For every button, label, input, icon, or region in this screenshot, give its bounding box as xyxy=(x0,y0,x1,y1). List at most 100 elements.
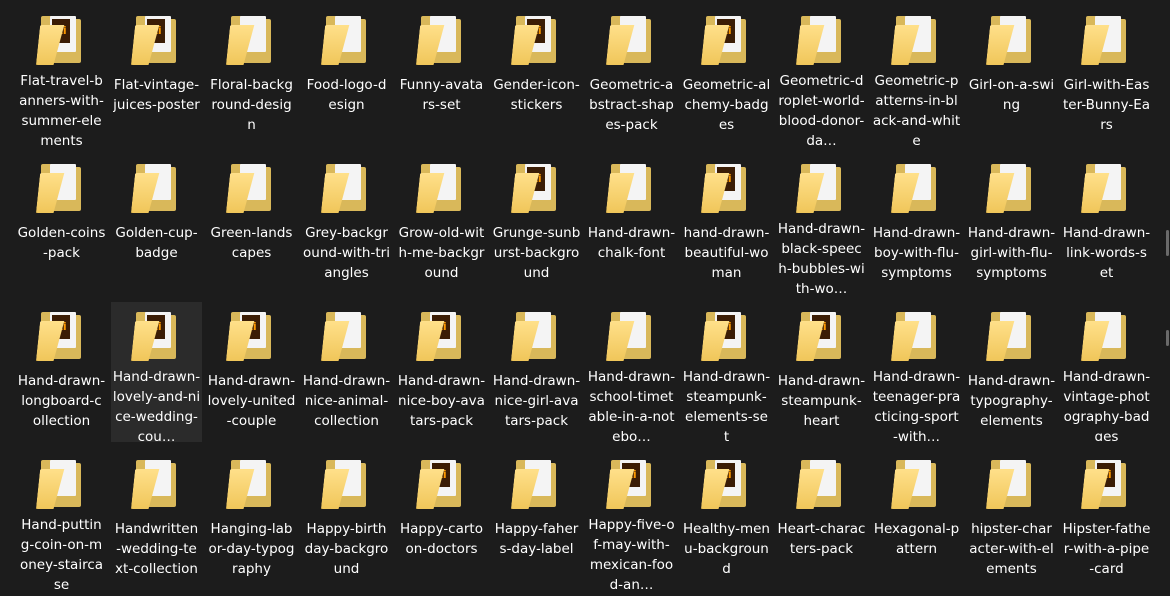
folder-item[interactable]: Hand-drawn-nice-girl-avatars-pack xyxy=(491,302,582,442)
folder-grid: Ai Flat-travel-banners-with-summer-elemen… xyxy=(16,6,1152,590)
folder-label: Geometric-abstract-shapes-pack xyxy=(589,77,674,133)
folder-item[interactable]: Ai Flat-travel-banners-with-summer-elemen… xyxy=(16,6,107,146)
folder-item[interactable]: Ai Healthy-menu-background xyxy=(681,450,772,590)
folder-icon xyxy=(418,161,466,215)
folder-icon xyxy=(228,457,276,511)
folder-item[interactable]: Hand-drawn-vintage-photography-badges xyxy=(1061,302,1152,442)
folder-ai-icon: Ai xyxy=(703,161,751,215)
folder-ai-icon: Ai xyxy=(228,309,276,363)
folder-item[interactable]: Geometric-patterns-in-black-and-white xyxy=(871,6,962,146)
folder-label: Hand-putting-coin-on-money-staircase xyxy=(19,516,104,589)
folder-item[interactable]: Girl-on-a-swing xyxy=(966,6,1057,146)
folder-ai-icon: Ai xyxy=(1083,457,1131,511)
folder-item[interactable]: Ai Hand-drawn-lovely-and-nice-wedding-cou… xyxy=(111,302,202,442)
folder-ai-icon: Ai xyxy=(513,13,561,67)
folder-label: Floral-background-design xyxy=(210,77,293,133)
folder-label: Hand-drawn-nice-boy-avatars-pack xyxy=(397,373,486,429)
folder-icon xyxy=(38,161,86,215)
folder-item[interactable]: Hand-drawn-black-speech-bubbles-with-wo… xyxy=(776,154,867,294)
folder-icon xyxy=(798,161,846,211)
folder-label: Grunge-sunburst-background xyxy=(492,225,581,281)
folder-label: Hand-drawn-girl-with-flu-symptoms xyxy=(967,225,1056,281)
folder-item[interactable]: Hexagonal-pattern xyxy=(871,450,962,590)
folder-icon xyxy=(893,309,941,359)
folder-item[interactable]: Hanging-labor-day-typography xyxy=(206,450,297,590)
folder-label: Hand-drawn-lovely-united-couple xyxy=(207,373,296,429)
folder-icon xyxy=(608,13,656,67)
folder-ai-icon: Ai xyxy=(513,161,561,215)
folder-label: Hand-drawn-black-speech-bubbles-with-wo… xyxy=(777,220,866,293)
folder-icon xyxy=(988,13,1036,67)
folder-item[interactable]: Ai Geometric-alchemy-badges xyxy=(681,6,772,146)
folder-label: Golden-cup-badge xyxy=(115,225,198,261)
folder-item[interactable]: Geometric-abstract-shapes-pack xyxy=(586,6,677,146)
folder-icon xyxy=(133,457,181,511)
folder-label: Grey-background-with-triangles xyxy=(303,225,390,281)
folder-item[interactable]: Ai Happy-cartoon-doctors xyxy=(396,450,487,590)
folder-label: Flat-travel-banners-with-summer-elements xyxy=(19,72,104,145)
folder-label: Hexagonal-pattern xyxy=(873,521,960,557)
folder-label: Hanging-labor-day-typography xyxy=(208,521,295,577)
folder-label: Hand-drawn-teenager-practicing-sport-wit… xyxy=(872,368,961,441)
folder-item[interactable]: Floral-background-design xyxy=(206,6,297,146)
folder-item[interactable]: Ai Hand-drawn-steampunk-elements-set xyxy=(681,302,772,442)
folder-icon xyxy=(323,457,371,511)
folder-label: Happy-birthday-background xyxy=(304,521,389,577)
folder-ai-icon: Ai xyxy=(418,457,466,511)
folder-item[interactable]: Hand-drawn-link-words-set xyxy=(1061,154,1152,294)
folder-item[interactable]: Golden-coins-pack xyxy=(16,154,107,294)
folder-item[interactable]: Hand-drawn-teenager-practicing-sport-wit… xyxy=(871,302,962,442)
folder-label: Food-logo-design xyxy=(306,77,387,113)
folder-label: Hipster-father-with-a-pipe-card xyxy=(1062,521,1151,577)
folder-item[interactable]: Ai Flat-vintage-juices-poster xyxy=(111,6,202,146)
folder-item[interactable]: Hand-putting-coin-on-money-staircase xyxy=(16,450,107,590)
folder-item[interactable]: Girl-with-Easter-Bunny-Ears xyxy=(1061,6,1152,146)
folder-ai-icon: Ai xyxy=(133,309,181,359)
folder-item[interactable]: Ai Hand-drawn-lovely-united-couple xyxy=(206,302,297,442)
folder-item[interactable]: Grow-old-with-me-background xyxy=(396,154,487,294)
folder-label: Geometric-alchemy-badges xyxy=(682,77,771,133)
folder-item[interactable]: Ai Grunge-sunburst-background xyxy=(491,154,582,294)
scrollbar-thumb[interactable] xyxy=(1166,230,1169,256)
folder-item[interactable]: Ai Hipster-father-with-a-pipe-card xyxy=(1061,450,1152,590)
folder-item[interactable]: Green-landscapes xyxy=(206,154,297,294)
folder-item[interactable]: Ai hand-drawn-beautiful-woman xyxy=(681,154,772,294)
folder-item[interactable]: Ai Gender-icon-stickers xyxy=(491,6,582,146)
folder-item[interactable]: Food-logo-design xyxy=(301,6,392,146)
folder-item[interactable]: Ai Hand-drawn-nice-boy-avatars-pack xyxy=(396,302,487,442)
folder-item[interactable]: Golden-cup-badge xyxy=(111,154,202,294)
folder-label: Girl-with-Easter-Bunny-Ears xyxy=(1062,77,1151,133)
folder-item[interactable]: Handwritten-wedding-text-collection xyxy=(111,450,202,590)
folder-item[interactable]: Hand-drawn-nice-animal-collection xyxy=(301,302,392,442)
folder-item[interactable]: Happy-fahers-day-label xyxy=(491,450,582,590)
folder-item[interactable]: hipster-character-with-elements xyxy=(966,450,1057,590)
folder-item[interactable]: Hand-drawn-chalk-font xyxy=(586,154,677,294)
folder-label: Geometric-droplet-world-blood-donor-da… xyxy=(778,72,865,145)
folder-item[interactable]: Hand-drawn-girl-with-flu-symptoms xyxy=(966,154,1057,294)
folder-item[interactable]: Hand-drawn-school-timetable-in-a-notebo… xyxy=(586,302,677,442)
folder-item[interactable]: Happy-birthday-background xyxy=(301,450,392,590)
folder-item[interactable]: Ai Happy-five-of-may-with-mexican-food-an… xyxy=(586,450,677,590)
vertical-scrollbar[interactable] xyxy=(1164,0,1170,596)
folder-label: Hand-drawn-steampunk-elements-set xyxy=(682,368,771,441)
folder-icon xyxy=(1083,161,1131,215)
folder-item[interactable]: Hand-drawn-boy-with-flu-symptoms xyxy=(871,154,962,294)
folder-item[interactable]: Funny-avatars-set xyxy=(396,6,487,146)
folder-item[interactable]: Hand-drawn-typography-elements xyxy=(966,302,1057,442)
folder-icon xyxy=(988,309,1036,363)
folder-item[interactable]: Geometric-droplet-world-blood-donor-da… xyxy=(776,6,867,146)
folder-ai-icon: Ai xyxy=(133,13,181,67)
folder-ai-icon: Ai xyxy=(608,457,656,507)
folder-item[interactable]: Ai Hand-drawn-longboard-collection xyxy=(16,302,107,442)
folder-item[interactable]: Grey-background-with-triangles xyxy=(301,154,392,294)
folder-icon xyxy=(988,161,1036,215)
folder-item[interactable]: Heart-characters-pack xyxy=(776,450,867,590)
folder-label: Hand-drawn-chalk-font xyxy=(587,225,676,261)
folder-item[interactable]: Ai Hand-drawn-steampunk-heart xyxy=(776,302,867,442)
folder-ai-icon: Ai xyxy=(418,309,466,363)
folder-ai-icon: Ai xyxy=(703,13,751,67)
folder-label: Grow-old-with-me-background xyxy=(398,225,485,281)
folder-label: Handwritten-wedding-text-collection xyxy=(114,521,199,577)
folder-ai-icon: Ai xyxy=(798,309,846,363)
folder-label: Hand-drawn-vintage-photography-badges xyxy=(1062,368,1151,441)
